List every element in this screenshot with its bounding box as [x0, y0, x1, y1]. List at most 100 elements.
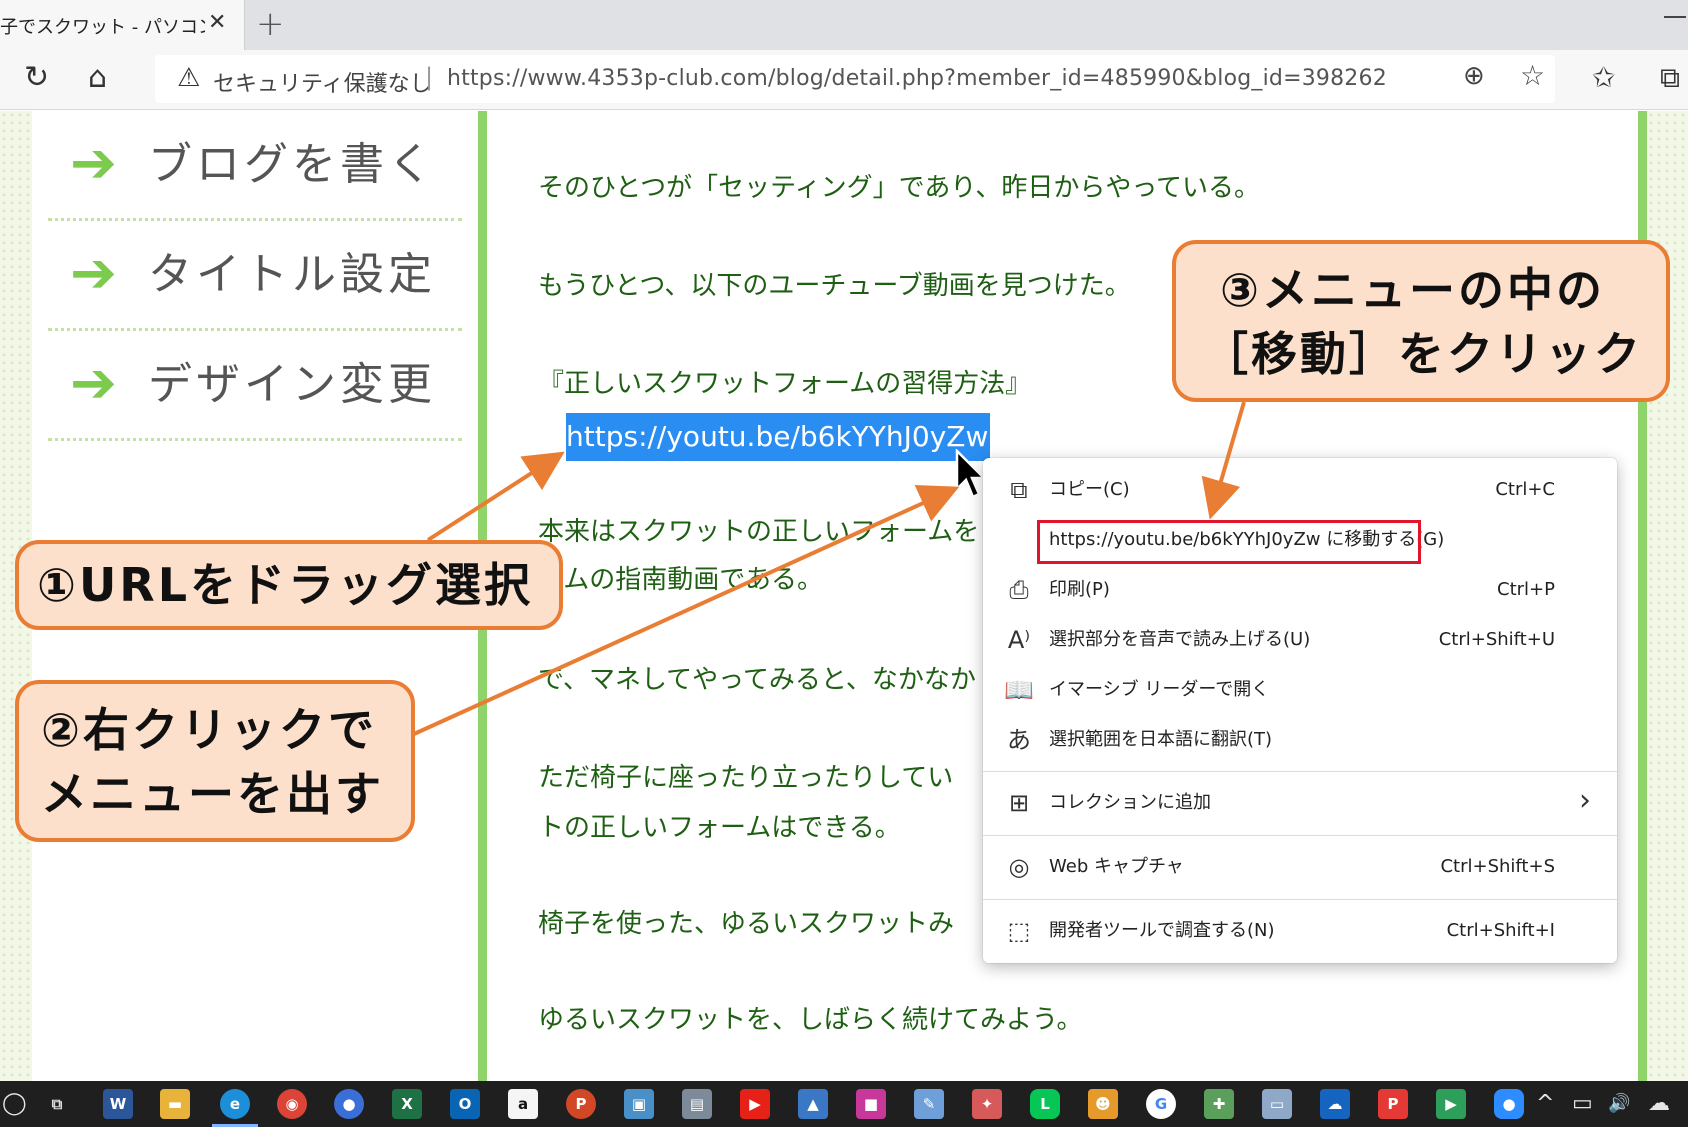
excel-icon[interactable]: X — [392, 1089, 422, 1119]
menu-separator — [983, 899, 1617, 900]
line-icon[interactable]: L — [1030, 1089, 1060, 1119]
close-tab-icon[interactable]: ✕ — [208, 10, 226, 35]
pdf-png-icon[interactable]: P — [1378, 1089, 1408, 1119]
collections-icon: ⊞ — [1008, 789, 1030, 817]
app-icon-1[interactable]: ▣ — [624, 1089, 654, 1119]
windows-taskbar: ◯ ⧉ W ▬ e ◉ ● X O a P ▣ ▤ ▶ ▲ ■ ✎ ✦ L ☻ … — [0, 1081, 1688, 1127]
menu-item-shortcut: Ctrl+C — [1495, 479, 1555, 500]
youtube-icon[interactable]: ▶ — [740, 1089, 770, 1119]
app-icon-3[interactable]: ✦ — [972, 1089, 1002, 1119]
start-button-icon[interactable]: ◯ — [2, 1089, 27, 1119]
menu-item-label: 選択部分を音声で読み上げる(U) — [1049, 629, 1311, 650]
callout-step3-line2: ［移動］をクリック — [1202, 327, 1643, 381]
arrow-right-icon: ➔ — [70, 241, 117, 306]
article-paragraph: 『正しいスクワットフォームの習得方法』 — [538, 369, 1032, 399]
tray-chevron-up-icon[interactable]: ^ — [1536, 1089, 1554, 1119]
security-status[interactable]: セキュリティ保護なし — [213, 66, 432, 98]
selected-url-link[interactable]: https://youtu.be/b6kYYhJ0yZw — [566, 417, 988, 457]
web-capture-icon: ◎ — [1008, 853, 1030, 881]
menu-separator — [983, 835, 1617, 836]
battery-icon[interactable]: ▭ — [1572, 1089, 1593, 1119]
file-explorer-icon[interactable]: ▬ — [160, 1089, 190, 1119]
menu-separator — [983, 771, 1617, 772]
chrome-icon[interactable]: ◉ — [277, 1089, 307, 1119]
arrow-right-icon: ➔ — [70, 131, 117, 196]
home-icon[interactable]: ⌂ — [88, 58, 107, 98]
translate-icon: あ — [1007, 726, 1031, 754]
article-paragraph: もうひとつ、以下のユーチューブ動画を見つけた。 — [538, 271, 1131, 301]
powerpoint-icon[interactable]: P — [566, 1089, 596, 1119]
volume-icon[interactable]: 🔊 — [1608, 1089, 1630, 1119]
word-icon[interactable]: W — [103, 1089, 133, 1119]
outlook-icon[interactable]: O — [450, 1089, 480, 1119]
tab-title: 子でスクワット - パソコン市民 — [0, 17, 205, 38]
refresh-icon[interactable]: ↻ — [24, 58, 49, 98]
menu-item-devtools[interactable]: ⬚ 開発者ツールで調査する(N) Ctrl+Shift+I — [983, 907, 1617, 955]
people-icon[interactable]: ● — [334, 1089, 364, 1119]
article-paragraph: トの正しいフォームはできる。 — [538, 813, 901, 843]
amazon-icon[interactable]: a — [508, 1089, 538, 1119]
callout-step3: ③メニューの中の ［移動］をクリック — [1172, 240, 1670, 402]
copy-icon: ⧉ — [1010, 476, 1028, 504]
app-icon-2[interactable]: ▤ — [682, 1089, 712, 1119]
context-menu: ⧉ コピー(C) Ctrl+C https://youtu.be/b6kYYhJ… — [983, 458, 1617, 963]
menu-item-print[interactable]: ⎙ 印刷(P) Ctrl+P — [983, 566, 1617, 614]
callout-step1-text: ①URLをドラッグ選択 — [37, 558, 534, 612]
google-icon[interactable]: G — [1146, 1089, 1176, 1119]
article-paragraph: ゆるいスクワットを、しばらく続けてみよう。 — [538, 1005, 1083, 1035]
zoom-meeting-icon[interactable]: ● — [1494, 1089, 1524, 1119]
menu-item-copy[interactable]: ⧉ コピー(C) Ctrl+C — [983, 466, 1617, 514]
menu-item-add-to-collections[interactable]: ⊞ コレクションに追加 › — [983, 779, 1617, 827]
photos-icon[interactable]: ▲ — [798, 1089, 828, 1119]
warning-icon[interactable]: ⚠ — [177, 63, 200, 93]
zoom-icon[interactable]: ⊕ — [1463, 61, 1485, 91]
add-favorite-star-icon[interactable]: ☆ — [1520, 59, 1545, 92]
callout-step2-line2: メニューを出す — [41, 767, 384, 821]
menu-item-label: コレクションに追加 — [1049, 792, 1211, 813]
menu-item-shortcut: Ctrl+Shift+U — [1438, 629, 1555, 650]
address-bar[interactable]: ⚠ セキュリティ保護なし | https://www.4353p-club.co… — [155, 55, 1555, 103]
menu-item-label: コピー(C) — [1049, 479, 1130, 500]
goto-highlight-box — [1037, 520, 1421, 564]
article-paragraph: 本来はスクワットの正しいフォームを — [538, 517, 980, 547]
browser-tab[interactable]: 子でスクワット - パソコン市民 ✕ — [0, 0, 245, 50]
arrow-right-icon: ➔ — [70, 351, 117, 416]
menu-item-immersive-reader[interactable]: 📖 イマーシブ リーダーで開く — [983, 666, 1617, 714]
menu-item-web-capture[interactable]: ◎ Web キャプチャ Ctrl+Shift+S — [983, 843, 1617, 891]
app-icon-4[interactable]: ☻ — [1088, 1089, 1118, 1119]
sidebar-item-title-settings[interactable]: ➔ タイトル設定 — [48, 221, 462, 331]
menu-item-translate[interactable]: あ 選択範囲を日本語に翻訳(T) — [983, 716, 1617, 764]
menu-item-label: 開発者ツールで調査する(N) — [1049, 920, 1275, 941]
url-input[interactable]: https://www.4353p-club.com/blog/detail.p… — [447, 66, 1387, 91]
task-view-icon[interactable]: ⧉ — [42, 1089, 72, 1119]
article-paragraph: 椅子を使った、ゆるいスクワットみ — [538, 909, 955, 939]
minimize-window-button[interactable] — [1664, 4, 1686, 26]
onedrive-icon[interactable]: ☁ — [1320, 1089, 1350, 1119]
menu-item-shortcut: Ctrl+P — [1497, 579, 1555, 600]
sidebar-item-design-change[interactable]: ➔ デザイン変更 — [48, 331, 462, 441]
new-tab-button[interactable]: + — [256, 4, 285, 44]
tab-strip: 子でスクワット - パソコン市民 ✕ + — [0, 0, 1688, 50]
favorites-icon[interactable]: ✩ — [1592, 58, 1615, 98]
browser-toolbar: ↻ ⌂ ⚠ セキュリティ保護なし | https://www.4353p-clu… — [0, 50, 1688, 110]
sidebar-item-write-blog[interactable]: ➔ ブログを書く — [48, 111, 462, 221]
address-separator: | — [425, 63, 434, 91]
paint-icon[interactable]: ■ — [856, 1089, 886, 1119]
edge-icon[interactable]: e — [220, 1089, 250, 1119]
play-store-icon[interactable]: ▶ — [1436, 1089, 1466, 1119]
sidebar-item-label[interactable]: ブログを書く — [148, 135, 436, 195]
menu-item-read-aloud[interactable]: A⁾ 選択部分を音声で読み上げる(U) Ctrl+Shift+U — [983, 616, 1617, 664]
app-icon-6[interactable]: ▭ — [1262, 1089, 1292, 1119]
print-icon: ⎙ — [1009, 576, 1029, 604]
menu-item-label: 選択範囲を日本語に翻訳(T) — [1049, 729, 1273, 750]
callout-step2-line1: ②右クリックで — [41, 703, 377, 757]
menu-item-shortcut: Ctrl+Shift+S — [1440, 856, 1555, 877]
paint3d-icon[interactable]: ✎ — [914, 1089, 944, 1119]
collections-toolbar-icon[interactable]: ⧉ — [1660, 58, 1680, 98]
cloud-icon[interactable]: ☁ — [1648, 1089, 1670, 1119]
sidebar-item-label[interactable]: デザイン変更 — [148, 355, 436, 415]
app-icon-5[interactable]: ✚ — [1204, 1089, 1234, 1119]
menu-item-label: イマーシブ リーダーで開く — [1049, 679, 1270, 700]
sidebar-item-label[interactable]: タイトル設定 — [148, 245, 436, 305]
article-paragraph: で、マネしてやってみると、なかなか — [538, 665, 976, 695]
